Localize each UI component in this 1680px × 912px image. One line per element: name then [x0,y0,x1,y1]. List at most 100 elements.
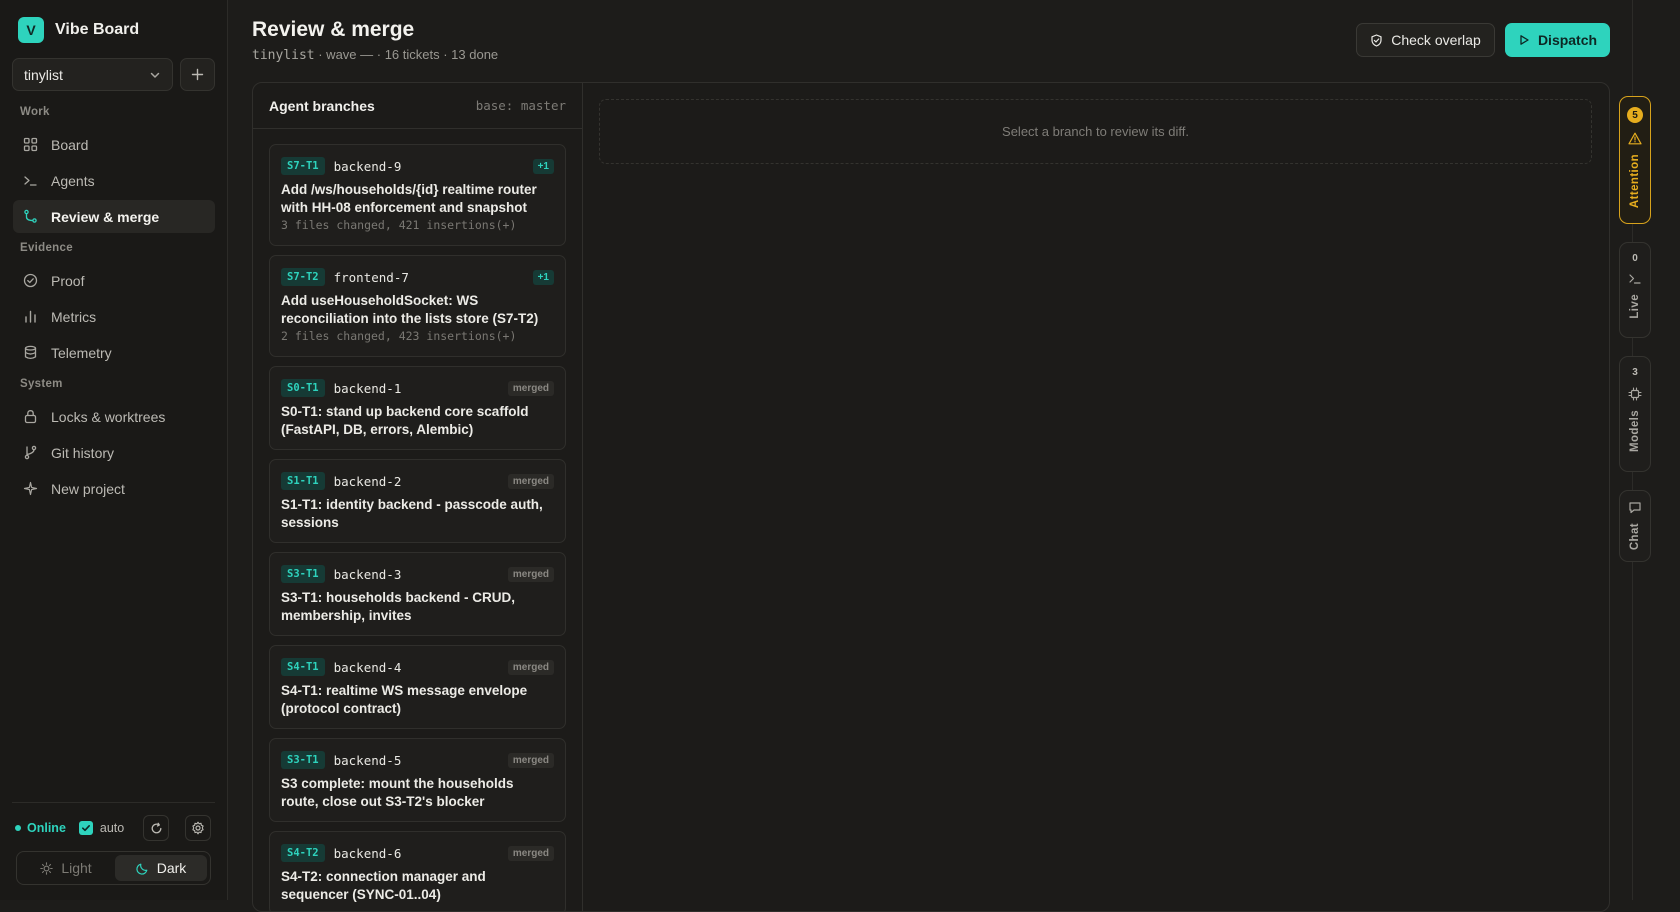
ticket-tag: S3‐T1 [281,751,325,769]
terminal-icon [24,176,37,186]
branch-card[interactable]: S0‐T1 backend‐1 merged S0-T1: stand up back… [269,366,566,450]
ticket-tag: S7‐T2 [281,268,325,286]
chat-label: Chat [1629,523,1641,551]
branch-card-header: S7‐T2 frontend‐7 +1 [281,268,554,286]
branch-card[interactable]: S7‐T1 backend‐9 +1 Add /ws/households/{id} … [269,144,566,246]
subtitle-project: tinylist [252,48,315,63]
subtitle-details: · wave — · 16 tickets · 13 done [314,47,499,62]
models-count: 3 [1632,367,1638,378]
branch-commits-badge: +1 [532,158,554,174]
branch-merged-badge: merged [507,845,554,861]
sidebar-item-agents[interactable]: Agents [13,164,215,197]
agent-branches-header: Agent branches base: master [253,83,582,129]
branch-card[interactable]: S3‐T1 backend‐5 merged S3 complete: mount t… [269,738,566,822]
project-select[interactable]: tinylist [12,58,173,91]
branch-diff-stats: 3 files changed, 421 insertions(+) [281,218,517,232]
sidebar-item-new-project[interactable]: New project [13,472,215,505]
theme-toggle: Light Dark [16,851,211,885]
branch-card[interactable]: S3‐T1 backend‐3 merged S3-T1: households ba… [269,552,566,636]
theme-dark-option[interactable]: Dark [115,855,207,881]
live-tab[interactable]: 0 Live [1619,242,1651,338]
check-icon [81,825,90,832]
sidebar-item-label: Locks & worktrees [51,408,166,425]
add-project-button[interactable] [180,58,215,91]
sidebar-item-locks-worktrees[interactable]: Locks & worktrees [13,400,215,433]
auto-checkbox[interactable] [78,821,93,835]
diff-empty-state: Select a branch to review its diff. [599,99,1592,164]
branch-card[interactable]: S7‐T2 frontend‐7 +1 Add useHouseholdSocket:… [269,255,566,357]
ticket-tag: S0‐T1 [281,379,325,397]
branch-title: S3 complete: mount the households route,… [281,776,514,809]
page-title: Review & merge [252,18,415,41]
sidebar-item-label: Metrics [51,308,97,325]
settings-button[interactable] [185,815,211,841]
online-status: Online [27,821,66,835]
chevron-down-icon [150,72,160,78]
attention-tab[interactable]: 5 Attention [1619,96,1651,224]
online-dot [15,825,21,831]
live-label: Live [1629,294,1641,319]
ticket-tag: S7‐T1 [281,157,325,175]
git-merge-icon [24,209,37,223]
branch-name: backend‐1 [333,380,402,396]
sidebar-item-git-history[interactable]: Git history [13,436,215,469]
cpu-icon [1628,387,1642,401]
branch-commits-badge: +1 [532,269,554,285]
sparkle-icon [23,481,38,496]
sidebar-divider [12,802,215,803]
sidebar-item-proof[interactable]: Proof [13,264,215,297]
branch-card-header: S0‐T1 backend‐1 merged [281,379,554,397]
gear-icon [192,821,204,835]
sidebar-item-metrics[interactable]: Metrics [13,300,215,333]
project-select-value: tinylist [24,66,63,83]
theme-dark-label: Dark [156,860,187,876]
sidebar-item-label: New project [51,480,125,497]
git-branch-icon [24,445,37,460]
models-label: Models [1629,410,1641,453]
page-subtitle: tinylist · wave — · 16 tickets · 13 done [252,47,498,63]
branch-name: backend‐2 [333,473,402,489]
branch-title: S4-T1: realtime WS message envelope (pro… [281,683,528,716]
chat-tab[interactable]: Chat [1619,490,1651,562]
branch-title: S3-T1: households backend - CRUD, member… [281,590,516,623]
shield-check-icon [1371,33,1382,47]
attention-label: Attention [1629,154,1641,209]
theme-light-option[interactable]: Light [20,855,112,881]
live-count: 0 [1632,253,1638,264]
brand[interactable]: V Vibe Board [18,17,139,43]
warning-icon [1628,132,1642,145]
nav-section-evidence: Evidence [20,242,73,254]
grid-icon [23,137,38,152]
sidebar-item-label: Proof [51,272,85,289]
branch-card-header: S4‐T2 backend‐6 merged [281,844,554,862]
branch-card[interactable]: S1‐T1 backend‐2 merged S1-T1: identity back… [269,459,566,543]
branch-name: backend‐5 [333,752,402,768]
sidebar-item-board[interactable]: Board [13,128,215,161]
branch-title: Add useHouseholdSocket: WS reconciliatio… [281,293,539,326]
sun-icon [40,861,54,875]
check-overlap-button[interactable]: Check overlap [1356,23,1495,57]
chat-bubble-icon [1629,502,1641,514]
branch-name: backend‐4 [333,659,402,675]
dispatch-button[interactable]: Dispatch [1505,23,1610,57]
review-panel: Agent branches base: master S7‐T1 backend… [252,82,1610,912]
branch-name: backend‐6 [333,845,402,861]
branch-card-header: S7‐T1 backend‐9 +1 [281,157,554,175]
refresh-icon [151,822,161,833]
ticket-tag: S4‐T1 [281,658,325,676]
sidebar-item-label: Agents [51,172,95,189]
sidebar-item-telemetry[interactable]: Telemetry [13,336,215,369]
play-icon [1520,35,1529,45]
branch-card[interactable]: S4‐T1 backend‐4 merged S4-T1: realtime WS m… [269,645,566,729]
branch-merged-badge: merged [507,659,554,675]
base-branch-label: base: master [475,98,566,113]
branch-name: frontend‐7 [333,269,409,285]
refresh-button[interactable] [143,815,169,841]
branch-title: S4-T2: connection manager and sequencer … [281,869,486,902]
agent-branches-title: Agent branches [269,97,375,114]
attention-count: 5 [1627,107,1643,123]
sidebar-item-review-merge[interactable]: Review & merge [13,200,215,233]
moon-icon [136,863,148,875]
terminal-icon [1629,274,1641,284]
models-tab[interactable]: 3 Models [1619,356,1651,472]
